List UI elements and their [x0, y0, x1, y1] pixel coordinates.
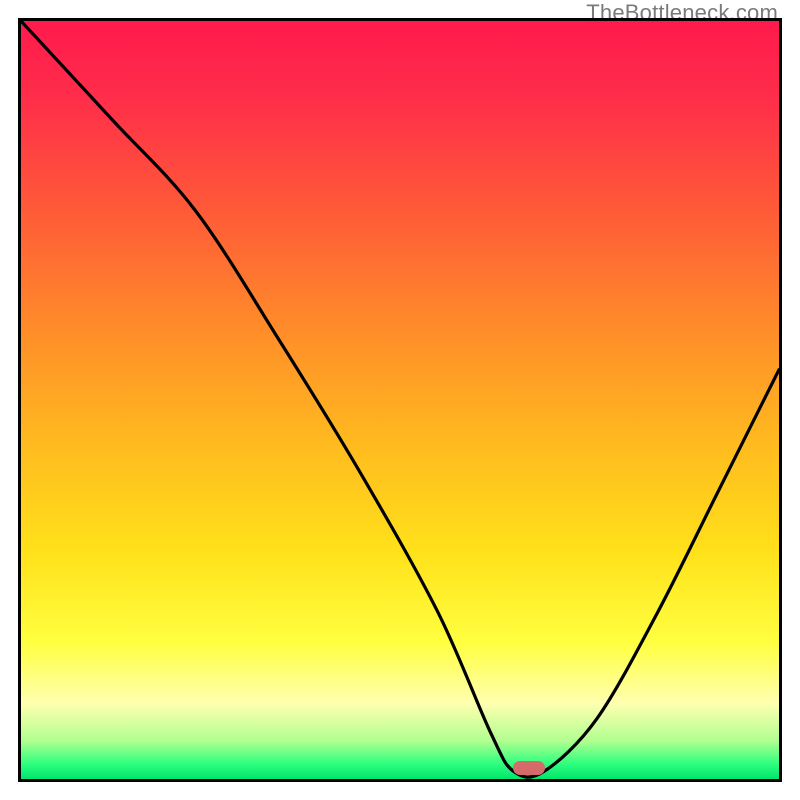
chart-frame — [18, 18, 782, 782]
curve-svg — [21, 21, 779, 779]
bottleneck-curve — [21, 21, 779, 777]
optimal-marker — [513, 761, 545, 775]
